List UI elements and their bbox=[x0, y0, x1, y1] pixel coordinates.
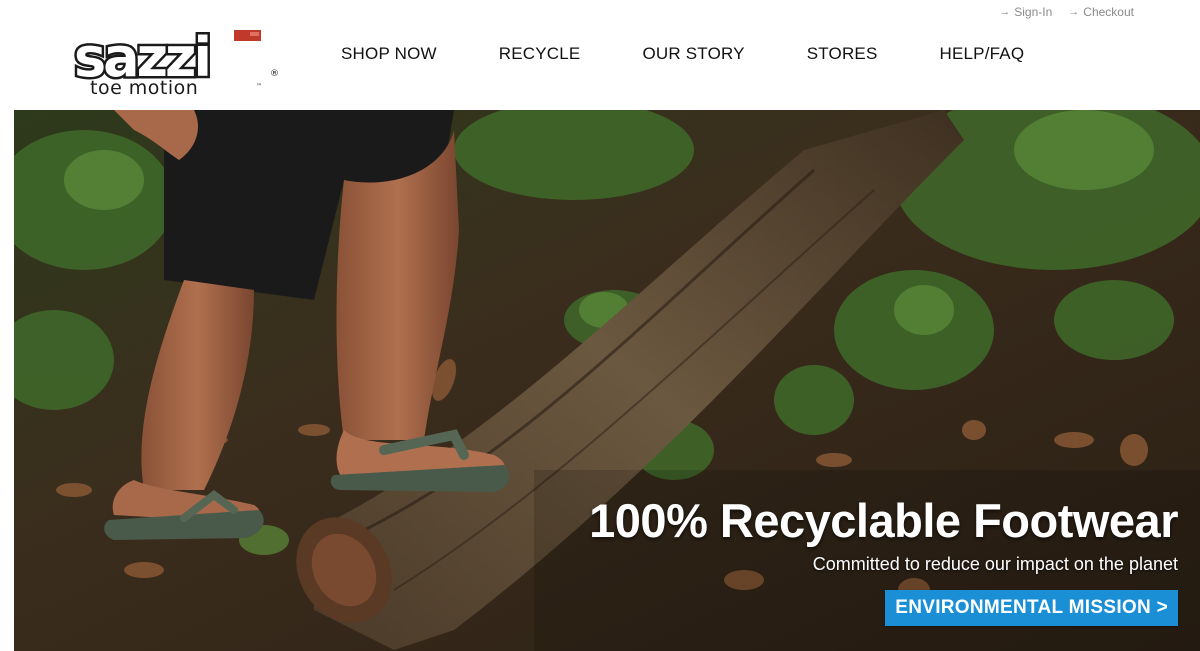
utility-links: → Sign-In → Checkout bbox=[999, 5, 1134, 19]
nav-recycle[interactable]: RECYCLE bbox=[468, 44, 612, 64]
checkout-link[interactable]: → Checkout bbox=[1068, 5, 1134, 19]
arrow-right-icon: → bbox=[999, 6, 1011, 18]
arrow-right-icon: → bbox=[1068, 6, 1080, 18]
svg-text:®: ® bbox=[270, 69, 279, 79]
main-nav: SHOP NOW RECYCLE OUR STORY STORES HELP/F… bbox=[310, 44, 1055, 64]
logo-graphic: sazzi ® toe motion ™ bbox=[72, 24, 280, 100]
hero-text-block: 100% Recyclable Footwear Committed to re… bbox=[589, 495, 1178, 626]
logo-tagline: toe motion bbox=[90, 77, 198, 98]
environmental-mission-button[interactable]: ENVIRONMENTAL MISSION > bbox=[885, 590, 1178, 626]
hero-banner: 100% Recyclable Footwear Committed to re… bbox=[14, 110, 1200, 651]
hero-subtitle: Committed to reduce our impact on the pl… bbox=[812, 554, 1178, 574]
nav-our-story[interactable]: OUR STORY bbox=[611, 44, 775, 64]
checkout-label: Checkout bbox=[1083, 5, 1134, 19]
sazzi-logo[interactable]: sazzi ® toe motion ™ bbox=[70, 24, 282, 100]
site-header: → Sign-In → Checkout sazzi ® toe motion … bbox=[0, 0, 1200, 110]
sign-in-link[interactable]: → Sign-In bbox=[999, 5, 1052, 19]
nav-shop-now[interactable]: SHOP NOW bbox=[310, 44, 468, 64]
page: → Sign-In → Checkout sazzi ® toe motion … bbox=[0, 0, 1200, 651]
nav-help-faq[interactable]: HELP/FAQ bbox=[909, 44, 1056, 64]
nav-stores[interactable]: STORES bbox=[776, 44, 909, 64]
sign-in-label: Sign-In bbox=[1014, 5, 1053, 19]
svg-text:™: ™ bbox=[256, 83, 262, 90]
hero-title: 100% Recyclable Footwear bbox=[589, 494, 1178, 547]
